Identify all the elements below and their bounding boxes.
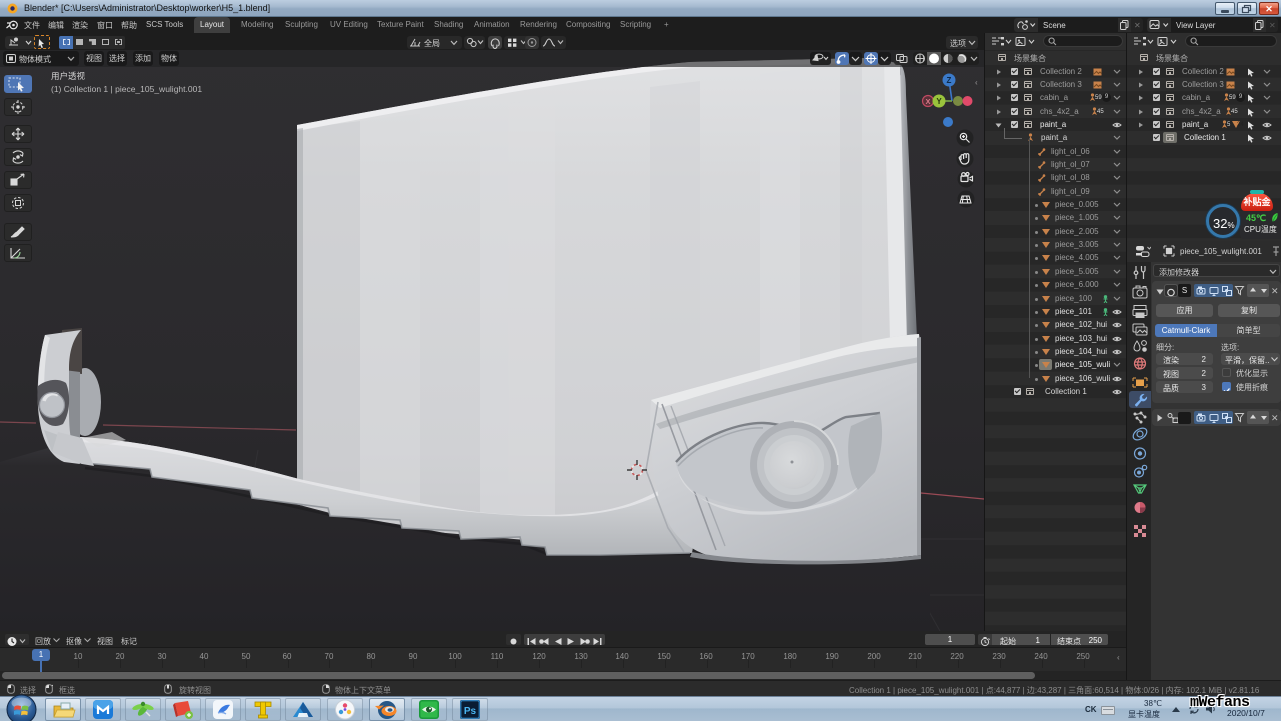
svg-text:Y: Y	[936, 97, 942, 106]
svg-text:X: X	[925, 97, 930, 106]
svg-text:Z: Z	[947, 76, 952, 85]
svg-text:Ps: Ps	[464, 706, 477, 717]
